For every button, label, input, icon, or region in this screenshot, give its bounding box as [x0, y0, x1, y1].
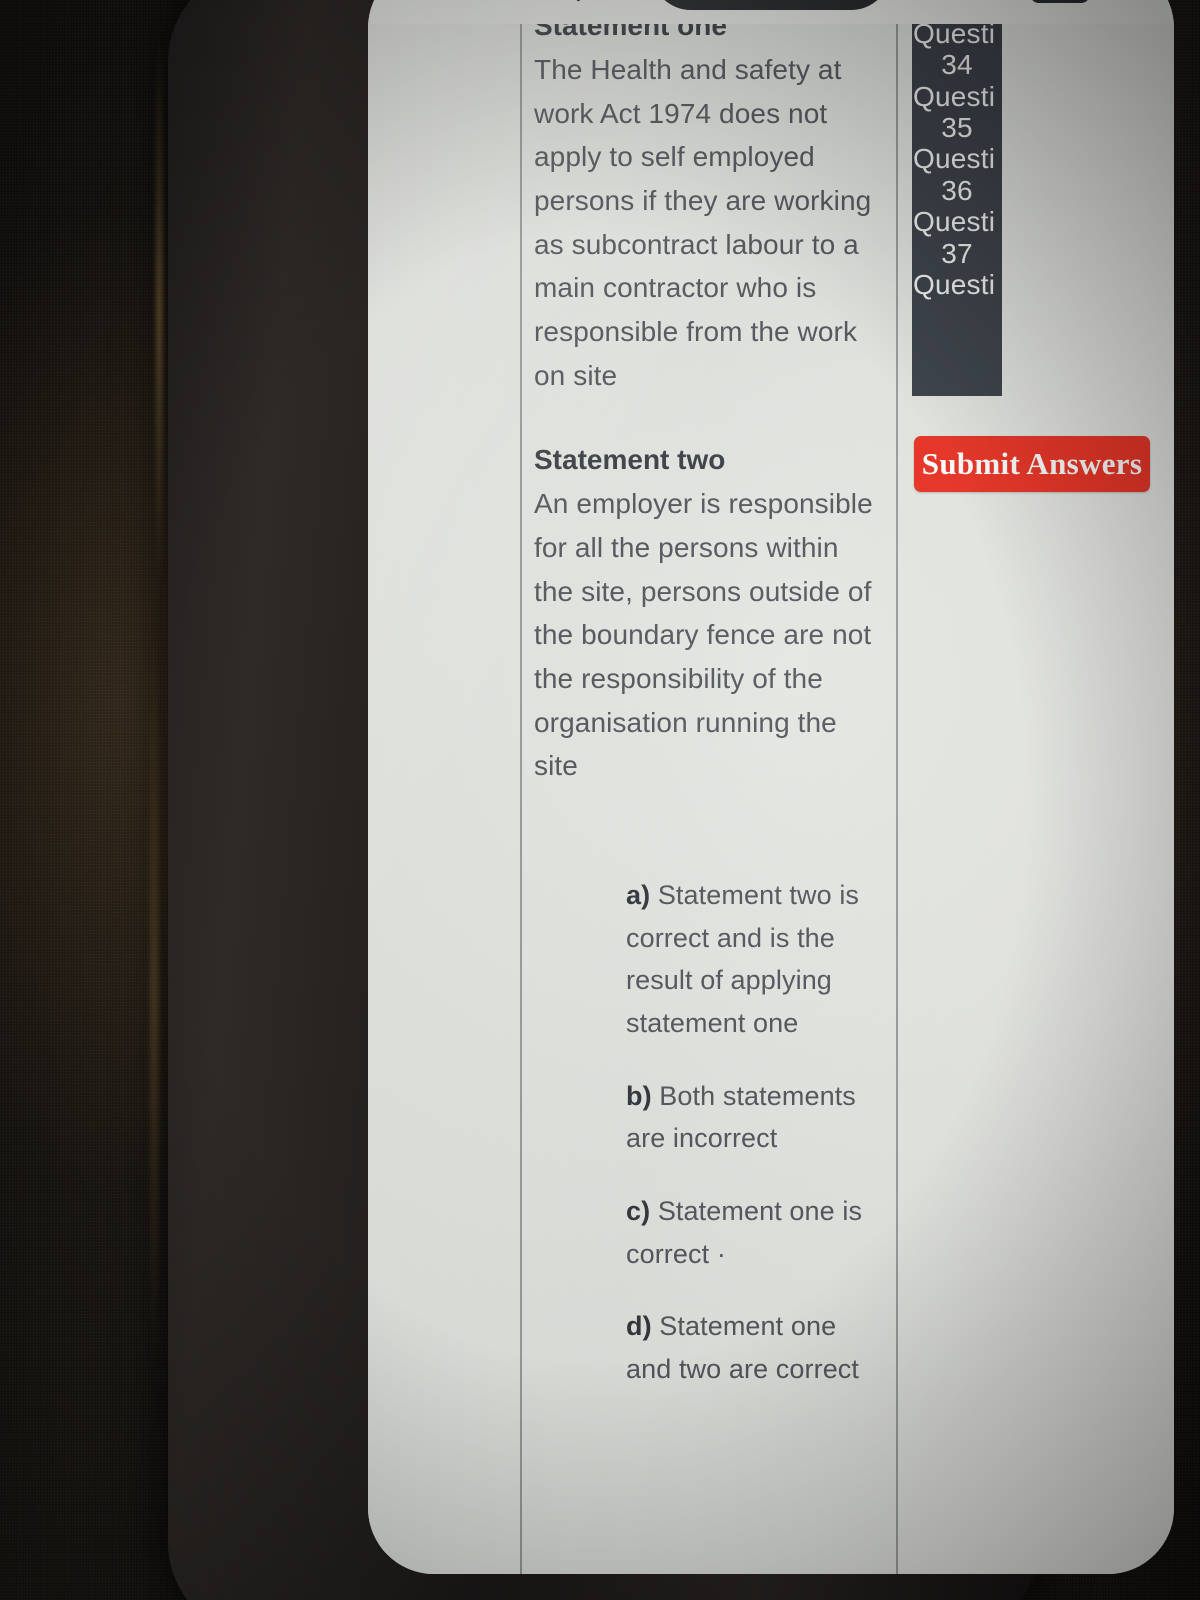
answer-option-a[interactable]: a) Statement two is correct and is the r… [626, 874, 886, 1045]
question-nav-number: 35 [941, 112, 973, 144]
statement-two-body: An employer is responsible for all the p… [534, 488, 873, 782]
question-nav-label: Questi [913, 206, 996, 238]
answer-option-d-text: Statement one and two are correct [626, 1311, 860, 1384]
phone-frame: 20:35 5G 76 [168, 0, 1174, 1600]
question-navigation-panel[interactable]: Questi 34 Questi 35 Questi 36 Questi 37 … [912, 24, 1002, 396]
question-nav-number: 34 [941, 49, 973, 81]
question-nav-label: Questi [913, 268, 996, 300]
statement-one-body: The Health and safety at work Act 1974 d… [534, 54, 872, 391]
question-nav-label: Questi [913, 143, 996, 175]
answer-option-a-letter: a) [626, 880, 651, 910]
question-nav-item[interactable]: Questi [912, 143, 1002, 174]
question-nav-label: Questi [913, 80, 996, 112]
question-nav-item[interactable]: Questi [912, 24, 1002, 49]
statement-two-block: Statement two An employer is responsible… [534, 442, 876, 788]
answer-option-c-letter: c) [626, 1195, 651, 1226]
bezel-glint [156, 30, 163, 590]
statement-one-heading: Statement one [534, 24, 727, 41]
question-nav-number: 37 [941, 237, 973, 269]
quiz-page: Statement one The Health and safety at w… [368, 24, 1174, 1574]
question-nav-item[interactable]: 36 [912, 175, 1002, 206]
bezel-glint [150, 620, 159, 1380]
question-content-column: Statement one The Health and safety at w… [522, 24, 896, 1574]
question-nav-item[interactable]: Questi [912, 269, 1002, 300]
bell-slash-icon [576, 0, 580, 2]
sidebar-column: Questi 34 Questi 35 Questi 36 Questi 37 … [898, 24, 1174, 1574]
statement-two-heading: Statement two [534, 444, 726, 475]
status-bar-clock: 20:35 [446, 0, 538, 7]
submit-answers-button[interactable]: Submit Answers [914, 436, 1150, 492]
answer-option-b-letter: b) [626, 1080, 652, 1111]
question-nav-item[interactable]: Questi [912, 81, 1002, 112]
answer-option-b-text: Both statements are incorrect [626, 1080, 856, 1154]
question-nav-number: 36 [941, 174, 973, 206]
dynamic-island [651, 0, 891, 10]
question-nav-item[interactable]: Questi [912, 206, 1002, 237]
answer-option-b[interactable]: b) Both statements are incorrect [626, 1075, 886, 1160]
answer-option-d[interactable]: d) Statement one and two are correct [626, 1305, 886, 1390]
phone-screen: 20:35 5G 76 [368, 0, 1174, 1574]
question-nav-label: Questi [913, 24, 996, 49]
photographed-scene: 20:35 5G 76 [0, 0, 1200, 1600]
answer-option-a-text: Statement two is correct and is the resu… [626, 880, 860, 1038]
network-type-label: 5G [980, 0, 1019, 3]
status-bar-indicators: 5G 76 [936, 0, 1090, 3]
question-nav-item[interactable]: 35 [912, 112, 1002, 143]
answer-option-c[interactable]: c) Statement one is correct · [626, 1190, 886, 1275]
answer-option-c-text: Statement one is correct · [626, 1195, 863, 1269]
battery-indicator: 76 [1030, 0, 1090, 3]
answer-option-d-letter: d) [626, 1311, 652, 1342]
answer-options-list: a) Statement two is correct and is the r… [626, 874, 886, 1421]
question-nav-item[interactable]: 34 [912, 49, 1002, 80]
question-nav-item[interactable]: 37 [912, 238, 1002, 269]
